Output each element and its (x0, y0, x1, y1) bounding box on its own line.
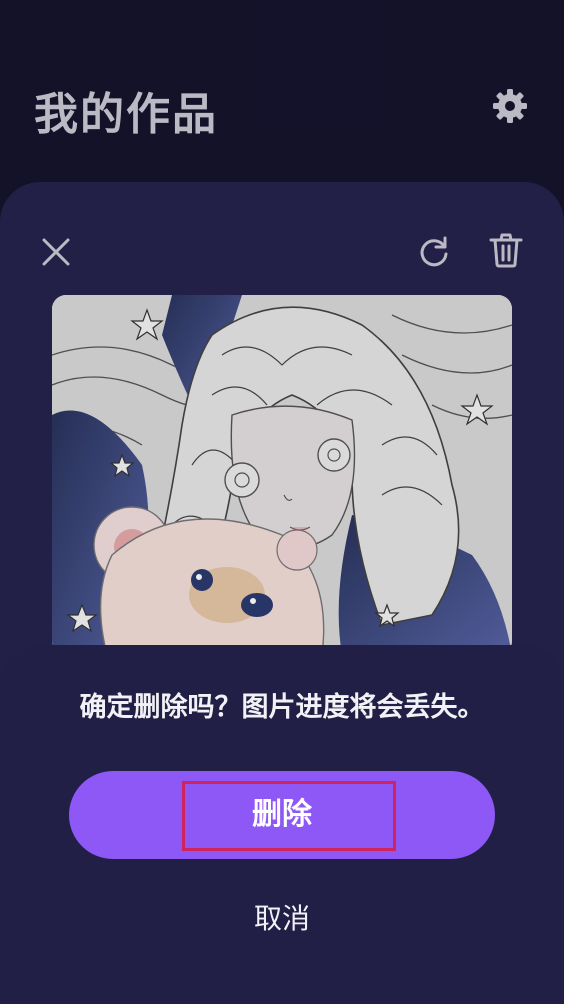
refresh-icon[interactable] (414, 232, 454, 272)
artwork-image[interactable] (52, 295, 512, 655)
trash-icon[interactable] (486, 230, 526, 270)
confirm-message: 确定删除吗？图片进度将会丢失。 (79, 692, 485, 723)
gear-icon[interactable] (490, 86, 530, 126)
close-icon[interactable] (36, 232, 76, 272)
cancel-button[interactable]: 取消 (0, 897, 564, 937)
page-title: 我的作品 (34, 89, 218, 140)
header: 我的作品 (0, 0, 564, 180)
highlight-box (182, 781, 396, 851)
